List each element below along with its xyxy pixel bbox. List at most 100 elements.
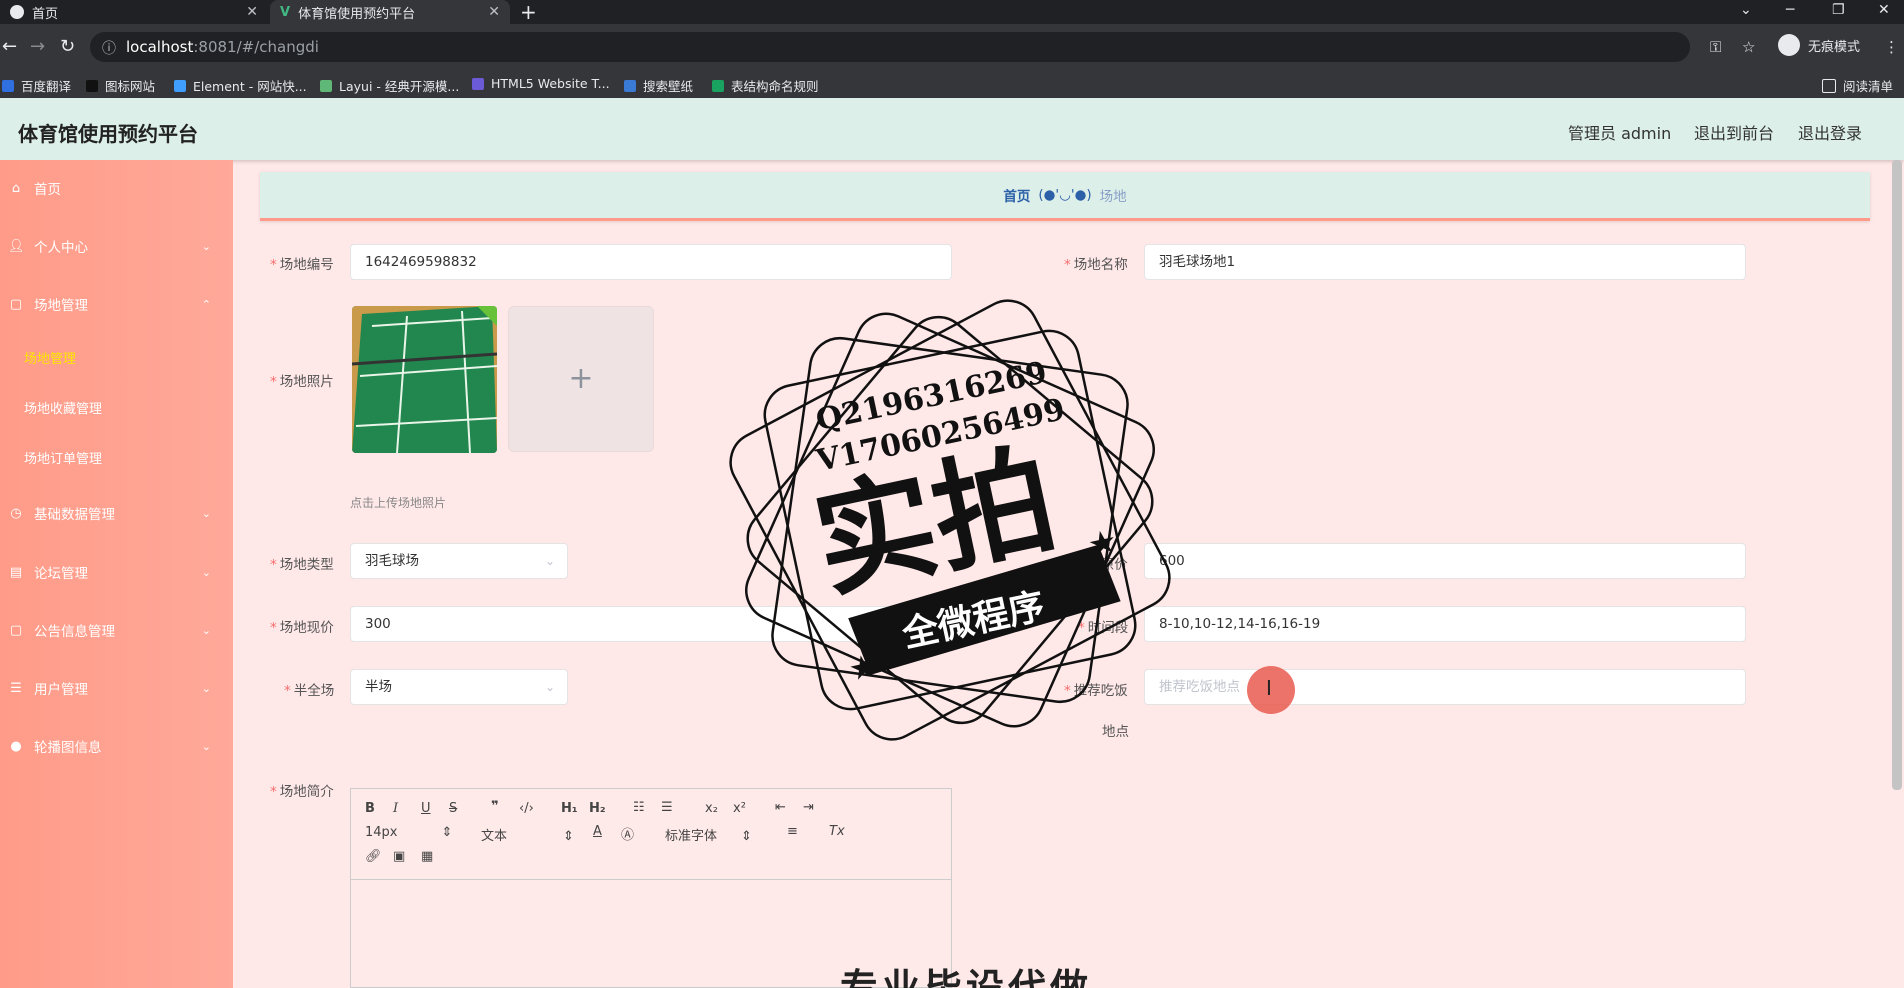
- half-label: * 半全场: [284, 683, 335, 699]
- browser-tab-home[interactable]: 首页 ✕: [0, 0, 268, 24]
- bookmark-item[interactable]: 表结构命名规则: [712, 76, 819, 95]
- h1-icon[interactable]: H₁: [561, 801, 578, 816]
- chevron-down-icon: ⌄: [201, 239, 211, 253]
- sidebar-item-venue[interactable]: ▢ 场地管理 ⌃: [0, 284, 233, 324]
- info-icon[interactable]: ⓘ: [102, 38, 116, 58]
- bookmark-item[interactable]: Element - 网站快...: [174, 76, 307, 95]
- tab-title: 体育馆使用预约平台: [298, 6, 416, 22]
- watermark-bottom-text: 专业毕设代做: [840, 966, 1093, 988]
- superscript-icon[interactable]: x²: [733, 801, 746, 816]
- reading-list[interactable]: 阅读清单: [1822, 76, 1893, 95]
- ordered-list-icon[interactable]: ☷: [633, 800, 645, 815]
- back-icon[interactable]: ←: [2, 36, 17, 57]
- venue-photo[interactable]: [352, 306, 497, 453]
- restore-icon[interactable]: ❐: [1832, 0, 1845, 20]
- quote-icon[interactable]: ❞: [491, 799, 499, 814]
- breadcrumb-separator: (●'◡'●): [1038, 187, 1092, 203]
- sort-icon: ⇕: [741, 829, 752, 844]
- bookmark-item[interactable]: HTML5 Website T...: [472, 76, 610, 91]
- name-label: * 场地名称: [1064, 257, 1128, 273]
- sidebar-item-carousel[interactable]: ● 轮播图信息 ⌄: [0, 726, 233, 766]
- block-format-select[interactable]: 文本 ⇕: [481, 825, 574, 844]
- sidebar-item-profile[interactable]: 👤︎ 个人中心 ⌄: [0, 226, 233, 266]
- font-family-select[interactable]: 标准字体 ⇕: [665, 825, 752, 844]
- sidebar-item-basic-data[interactable]: ◷ 基础数据管理 ⌄: [0, 493, 233, 533]
- close-window-icon[interactable]: ✕: [1878, 0, 1890, 20]
- sidebar-item-home[interactable]: ⌂ 首页: [0, 168, 233, 208]
- bullet-list-icon[interactable]: ☰: [661, 800, 673, 815]
- italic-icon[interactable]: I: [393, 801, 398, 816]
- logout-link[interactable]: 退出登录: [1798, 120, 1862, 144]
- close-icon[interactable]: ✕: [246, 4, 258, 20]
- star-icon[interactable]: ☆: [1742, 38, 1755, 56]
- bookmark-item[interactable]: Layui - 经典开源模...: [320, 76, 459, 95]
- time-field[interactable]: 8-10,10-12,14-16,16-19: [1144, 606, 1746, 642]
- incognito-label: 无痕模式: [1808, 39, 1861, 55]
- incognito-indicator[interactable]: 无痕模式: [1778, 34, 1860, 56]
- sidebar-sub-venue[interactable]: 场地管理: [24, 348, 76, 367]
- key-icon[interactable]: ⚿: [1710, 38, 1721, 56]
- align-icon[interactable]: ≡: [787, 824, 798, 839]
- sidebar-sub-favorites[interactable]: 场地收藏管理: [24, 398, 102, 417]
- image-icon[interactable]: ▣: [393, 849, 405, 864]
- indent-icon[interactable]: ⇥: [803, 800, 814, 815]
- type-select[interactable]: 羽毛球场 ⌄: [350, 543, 568, 579]
- photo-upload-button[interactable]: +: [508, 306, 654, 452]
- photo-hint: 点击上传场地照片: [350, 496, 447, 510]
- breadcrumb-home[interactable]: 首页: [1003, 185, 1030, 205]
- name-field[interactable]: 羽毛球场地1: [1144, 244, 1746, 280]
- app-title: 体育馆使用预约平台: [18, 122, 198, 146]
- chevron-down-icon: ⌄: [201, 565, 211, 579]
- subscript-icon[interactable]: x₂: [705, 801, 718, 816]
- strike-icon[interactable]: S: [449, 801, 457, 816]
- sidebar-sub-orders[interactable]: 场地订单管理: [24, 448, 102, 467]
- clear-format-icon[interactable]: Tx: [829, 824, 845, 839]
- text-cursor-icon: I: [1266, 676, 1272, 700]
- scrollbar[interactable]: [1892, 160, 1902, 790]
- rich-text-editor[interactable]: B I U S ❞ ‹/› H₁ H₂ ☷ ☰ x₂ x² ⇤ ⇥ 14px ⇕ …: [350, 788, 952, 988]
- sidebar-item-users[interactable]: ☰ 用户管理 ⌄: [0, 668, 233, 708]
- font-color-icon[interactable]: A: [593, 824, 602, 839]
- url-field[interactable]: ⓘ localhost:8081/#/changdi: [90, 32, 1690, 62]
- code-field[interactable]: 1642469598832: [350, 244, 952, 280]
- bookmark-item[interactable]: 百度翻译: [2, 76, 71, 95]
- incognito-icon: [1778, 34, 1800, 56]
- outdent-icon[interactable]: ⇤: [775, 800, 786, 815]
- half-select[interactable]: 半场 ⌄: [350, 669, 568, 705]
- to-front-link[interactable]: 退出到前台: [1694, 120, 1774, 144]
- chevron-down-icon: ⌄: [201, 506, 211, 520]
- app-header: 体育馆使用预约平台 管理员 admin 退出到前台 退出登录: [0, 98, 1904, 160]
- table-icon: [712, 79, 724, 92]
- orig-price-field[interactable]: 600: [1144, 543, 1746, 579]
- code-icon[interactable]: ‹/›: [519, 801, 534, 816]
- food-field[interactable]: 推荐吃饭地点: [1144, 669, 1746, 705]
- badminton-court-image: [352, 306, 497, 453]
- font-size-select[interactable]: 14px ⇕: [365, 825, 452, 840]
- sort-icon: ⇕: [563, 829, 574, 844]
- bookmark-item[interactable]: 图标网站: [86, 76, 155, 95]
- browser-tab-platform[interactable]: V 体育馆使用预约平台 ✕: [270, 0, 510, 24]
- photo-label: * 场地照片: [270, 374, 334, 390]
- admin-user: 管理员 admin: [1568, 124, 1672, 143]
- more-icon[interactable]: ⋮: [1884, 38, 1899, 56]
- vue-icon: V: [280, 5, 291, 20]
- sidebar-item-notice[interactable]: ▢ 公告信息管理 ⌄: [0, 610, 233, 650]
- sidebar-item-forum[interactable]: ▤ 论坛管理 ⌄: [0, 552, 233, 592]
- new-tab-icon[interactable]: +: [520, 0, 537, 24]
- background-color-icon[interactable]: Ⓐ: [621, 824, 634, 843]
- video-icon[interactable]: ▦: [421, 849, 433, 864]
- h2-icon[interactable]: H₂: [589, 801, 606, 816]
- bold-icon[interactable]: B: [365, 801, 375, 816]
- breadcrumb: 首页 (●'◡'●) 场地: [260, 172, 1870, 221]
- forward-icon[interactable]: →: [30, 36, 45, 57]
- minimize-icon[interactable]: ─: [1786, 0, 1794, 20]
- reload-icon[interactable]: ↻: [60, 36, 75, 57]
- underline-icon[interactable]: U: [421, 801, 431, 816]
- link-icon[interactable]: 🔗︎: [365, 849, 382, 864]
- element-icon: [174, 79, 186, 92]
- chevron-down-icon[interactable]: ⌄: [1740, 0, 1752, 20]
- intro-label: * 场地简介: [270, 784, 334, 800]
- close-icon[interactable]: ✕: [488, 4, 500, 20]
- bookmark-item[interactable]: 搜索壁纸: [624, 76, 693, 95]
- chevron-up-icon: ⌃: [201, 297, 211, 311]
